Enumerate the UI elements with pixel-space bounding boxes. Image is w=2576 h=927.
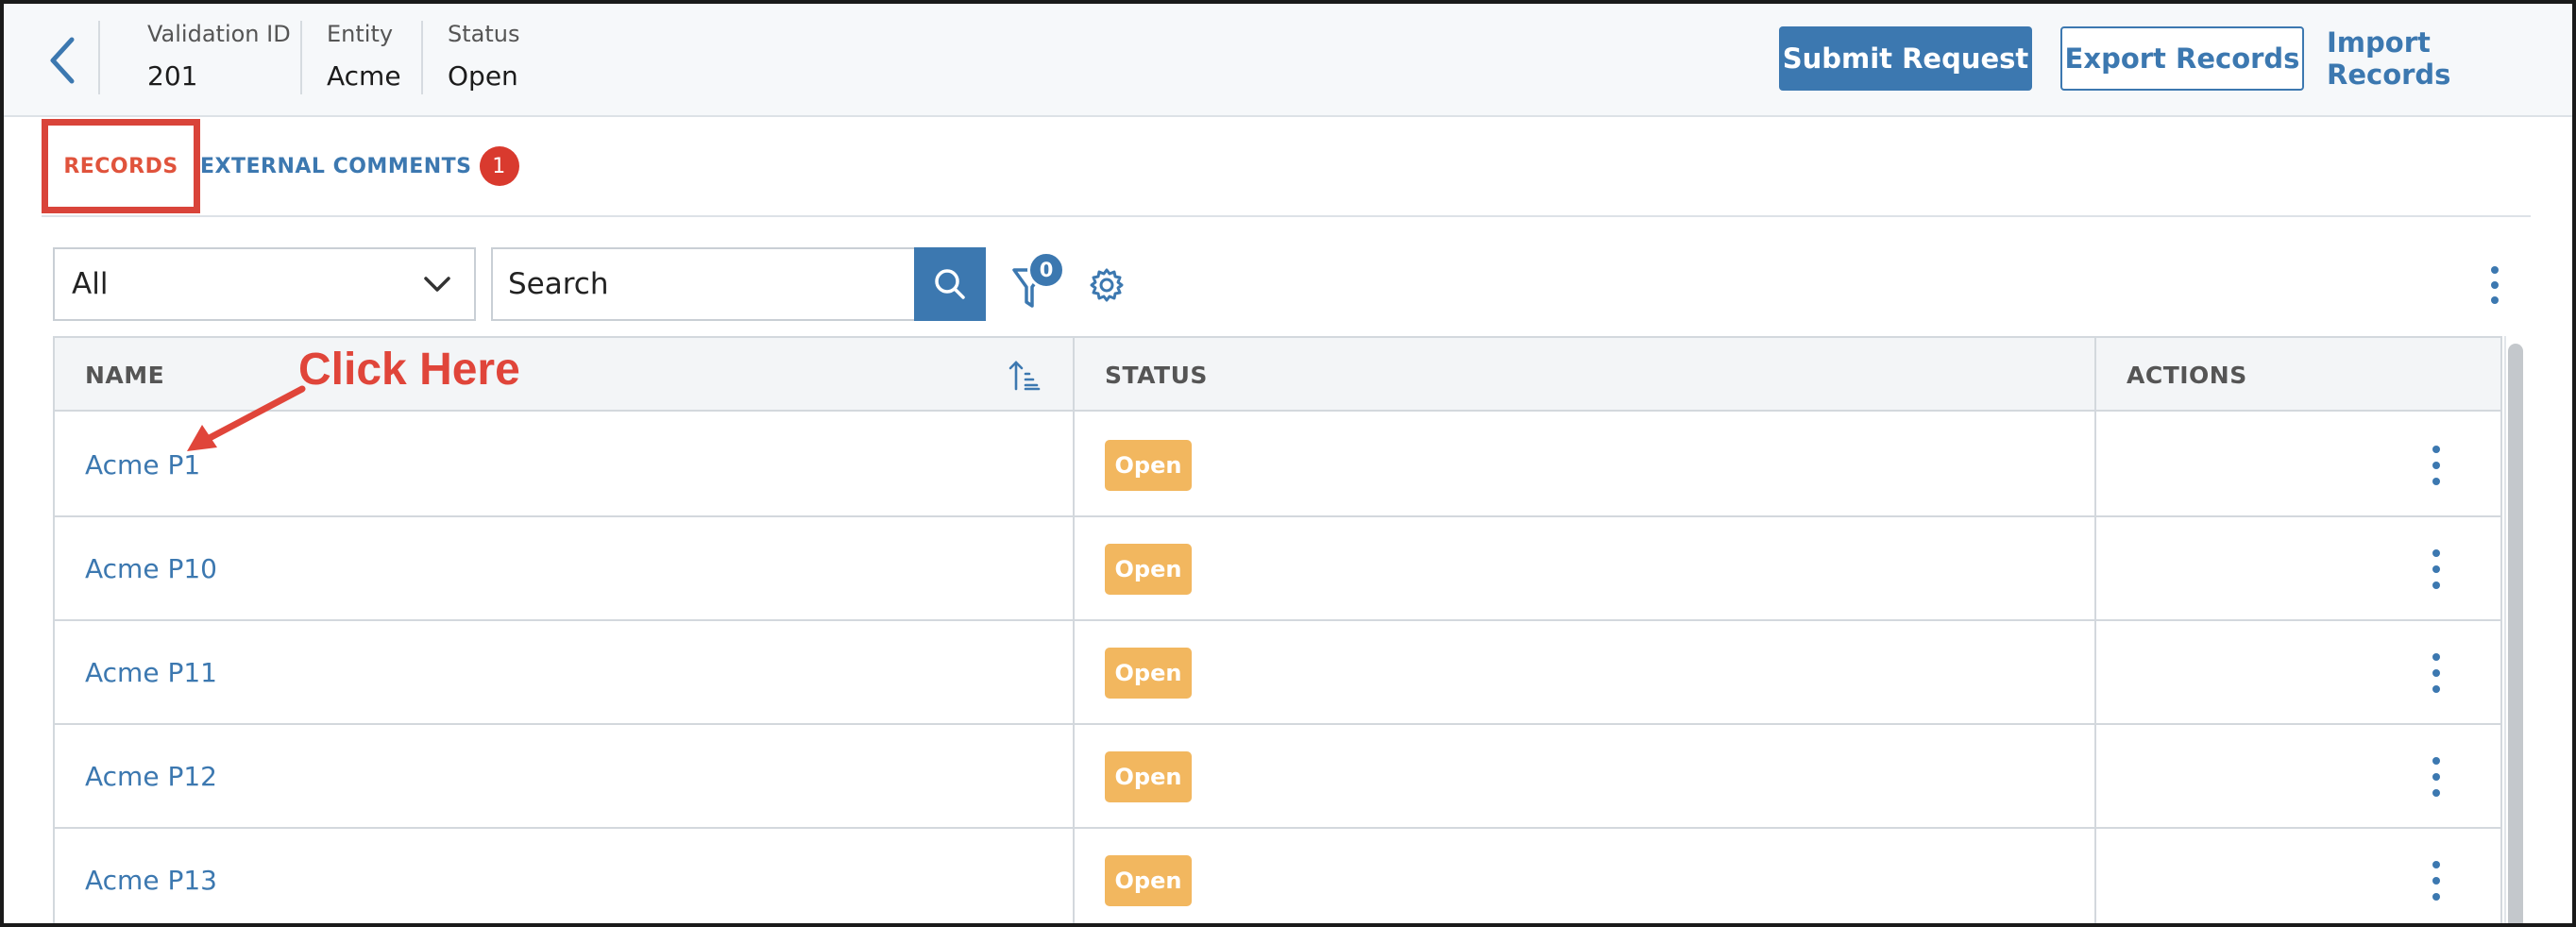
back-button[interactable] <box>43 34 81 87</box>
record-name-link[interactable]: Acme P11 <box>85 657 217 688</box>
status-badge: Open <box>1105 855 1192 906</box>
view-filter-select[interactable]: All <box>53 247 476 321</box>
row-actions-button[interactable] <box>2427 444 2446 487</box>
record-name-link[interactable]: Acme P13 <box>85 865 217 896</box>
sort-ascending-icon <box>1008 361 1041 391</box>
annotation-arrow-icon <box>187 385 306 451</box>
record-name-link[interactable]: Acme P12 <box>85 761 217 792</box>
record-header: Validation ID 201 Entity Acme Status Ope… <box>4 4 2572 117</box>
validation-id-label: Validation ID <box>147 21 291 47</box>
tab-records-label: RECORDS <box>63 154 178 178</box>
validation-id-field: Validation ID 201 <box>147 21 291 92</box>
record-name-link[interactable]: Acme P10 <box>85 553 217 584</box>
export-records-button[interactable]: Export Records <box>2060 26 2304 91</box>
records-table: NAME STATUS ACTIONS Acme P1 Open Acme P1… <box>53 336 2502 923</box>
status-badge: Open <box>1105 648 1192 699</box>
more-options-button[interactable] <box>2483 262 2506 308</box>
header-divider <box>300 21 302 94</box>
kebab-menu-icon <box>2432 653 2440 693</box>
tab-external-comments[interactable]: EXTERNAL COMMENTS 1 <box>200 119 519 213</box>
scrollbar-thumb[interactable] <box>2508 344 2523 923</box>
status-badge: Open <box>1105 751 1192 802</box>
status-badge: Open <box>1105 544 1192 595</box>
app-window: Validation ID 201 Entity Acme Status Ope… <box>0 0 2576 927</box>
column-header-actions: ACTIONS <box>2127 361 2247 389</box>
row-actions-button[interactable] <box>2427 651 2446 695</box>
tab-bar: RECORDS EXTERNAL COMMENTS 1 <box>42 119 2531 217</box>
status-label: Status <box>448 21 520 47</box>
row-actions-button[interactable] <box>2427 859 2446 902</box>
submit-request-button[interactable]: Submit Request <box>1779 26 2032 91</box>
status-field: Status Open <box>448 21 519 92</box>
header-divider <box>421 21 423 94</box>
kebab-menu-icon <box>2432 861 2440 901</box>
column-header-name[interactable]: NAME <box>85 338 164 412</box>
tab-external-comments-label: EXTERNAL COMMENTS <box>200 154 472 178</box>
row-actions-button[interactable] <box>2427 755 2446 799</box>
search-icon <box>935 269 965 299</box>
validation-id-value: 201 <box>147 60 198 92</box>
settings-button[interactable] <box>1088 266 1126 304</box>
chevron-left-icon <box>50 37 75 84</box>
status-badge: Open <box>1105 440 1192 491</box>
kebab-menu-icon <box>2432 757 2440 797</box>
view-filter-value: All <box>72 267 109 301</box>
kebab-menu-icon <box>2432 446 2440 485</box>
header-divider <box>98 21 100 94</box>
search-button[interactable] <box>914 247 986 321</box>
kebab-menu-icon <box>2432 549 2440 589</box>
table-row: Acme P1 Open <box>55 413 2500 517</box>
sort-button[interactable] <box>1008 359 1041 393</box>
row-actions-button[interactable] <box>2427 548 2446 591</box>
table-row: Acme P12 Open <box>55 725 2500 829</box>
import-records-button[interactable]: Import Records <box>2327 26 2546 91</box>
table-row: Acme P13 Open <box>55 829 2500 923</box>
status-value: Open <box>448 60 518 92</box>
search-input[interactable] <box>491 247 916 321</box>
gear-icon <box>1090 268 1124 302</box>
chevron-down-icon <box>424 277 450 292</box>
entity-field: Entity Acme <box>327 21 401 92</box>
column-header-status[interactable]: STATUS <box>1105 338 1208 412</box>
comments-count-badge: 1 <box>479 146 519 186</box>
filter-count-badge: 0 <box>1027 251 1065 289</box>
entity-label: Entity <box>327 21 394 47</box>
tab-records[interactable]: RECORDS <box>42 119 200 213</box>
table-row: Acme P10 Open <box>55 517 2500 621</box>
click-here-annotation: Click Here <box>298 345 520 395</box>
entity-value: Acme <box>327 60 401 92</box>
kebab-menu-icon <box>2491 266 2499 304</box>
table-row: Acme P11 Open <box>55 621 2500 725</box>
